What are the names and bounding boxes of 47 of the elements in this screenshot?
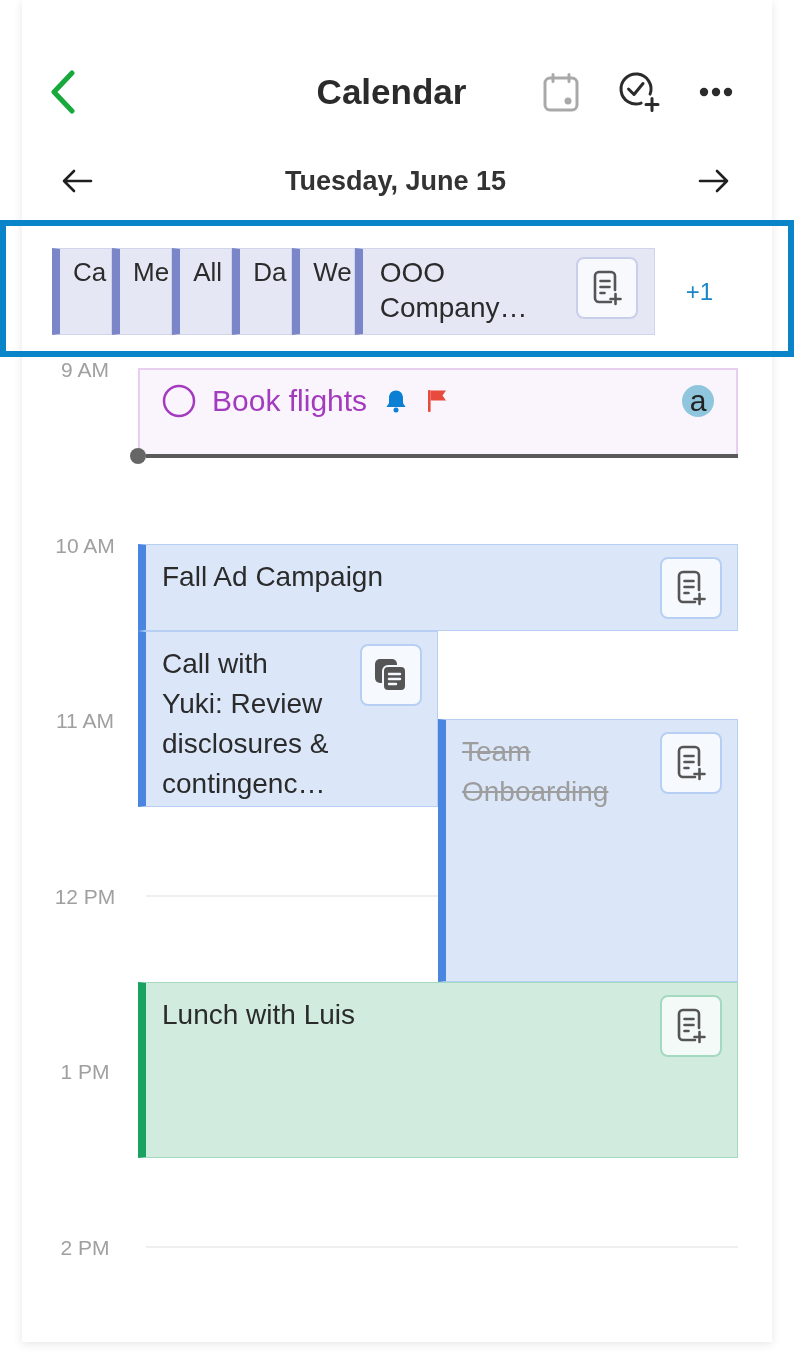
notes-stack-icon <box>374 658 408 693</box>
note-add-icon <box>676 1008 706 1045</box>
event-block[interactable]: Call with Yuki: Review disclosures & contingenc… <box>138 631 438 807</box>
event-title: We <box>313 256 352 289</box>
more-events-link[interactable]: +1 <box>685 276 714 307</box>
event-title: Da <box>253 256 287 289</box>
event-title: Fall Ad Campaign <box>162 559 384 594</box>
all-day-event[interactable]: Ca <box>52 248 112 335</box>
hour-label: 9 AM <box>60 358 110 383</box>
task-title: Book flights <box>212 383 368 419</box>
add-note-button[interactable] <box>660 732 722 795</box>
event-title: Lunch with Luis <box>162 998 356 1033</box>
screen-title: Calendar <box>316 72 467 112</box>
event-title: OOO Company… <box>379 256 529 325</box>
event-title: Call with Yuki: Review disclosures & contingenc… <box>162 647 330 802</box>
note-add-icon <box>676 569 706 606</box>
more-icon[interactable] <box>699 87 733 97</box>
event-title: Me <box>133 256 170 289</box>
all-day-event[interactable]: Me <box>112 248 173 335</box>
hour-label: 2 PM <box>59 1236 111 1261</box>
event-block[interactable]: Fall Ad Campaign <box>138 543 738 632</box>
all-day-event[interactable]: We <box>292 248 355 335</box>
hour-label: 1 PM <box>59 1060 111 1085</box>
note-add-icon <box>676 745 706 782</box>
add-note-button[interactable] <box>575 257 638 319</box>
event-title: All <box>193 256 223 289</box>
event-block[interactable]: Lunch with Luis <box>138 982 738 1159</box>
notes-button[interactable] <box>360 644 422 707</box>
event-title: Team Onboarding <box>462 735 610 810</box>
all-day-event[interactable]: Da <box>232 248 293 335</box>
note-add-icon <box>591 270 622 306</box>
add-note-button[interactable] <box>660 995 722 1058</box>
hour-label: 11 AM <box>55 709 115 734</box>
event-title: Ca <box>73 256 107 289</box>
task-checkbox[interactable] <box>162 384 196 418</box>
arrow-left-icon[interactable] <box>61 169 93 193</box>
add-note-button[interactable] <box>660 556 722 619</box>
check-circle-plus-icon[interactable] <box>618 71 660 113</box>
arrow-right-icon[interactable] <box>698 169 730 193</box>
all-day-event[interactable]: All <box>172 248 233 335</box>
hour-label: 10 AM <box>54 533 116 558</box>
avatar: a <box>682 385 714 417</box>
task-block[interactable]: Book flights a <box>138 368 738 456</box>
hour-label: 12 PM <box>53 885 117 910</box>
chevron-left-icon[interactable] <box>50 70 76 114</box>
all-day-event[interactable]: OOO Company… <box>354 248 655 335</box>
date-label: Tuesday, June 15 <box>284 165 507 197</box>
